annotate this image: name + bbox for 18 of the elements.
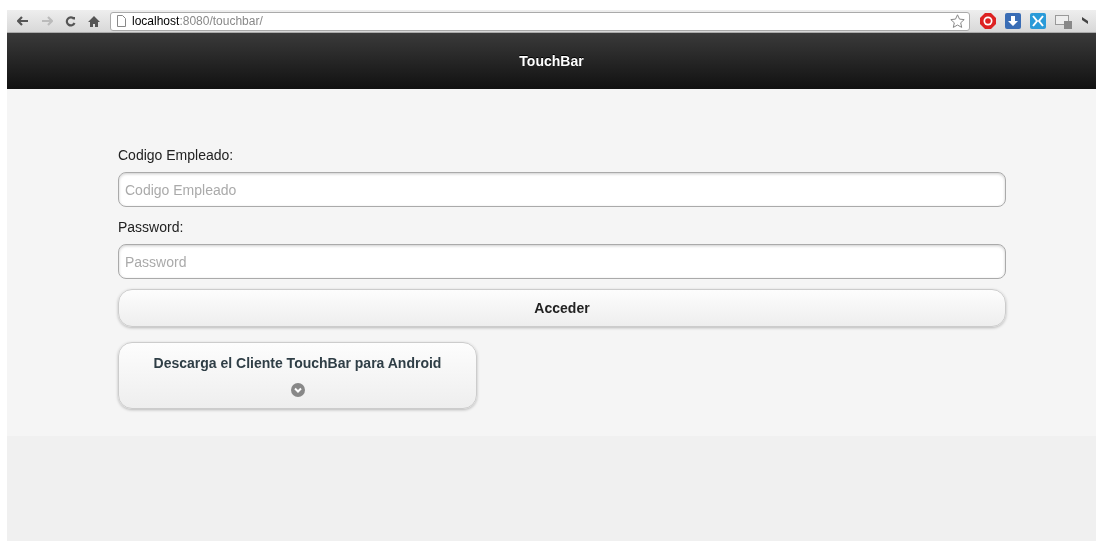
field-label: Codigo Empleado: bbox=[118, 147, 234, 163]
back-icon[interactable] bbox=[17, 16, 29, 26]
field-label: Password: bbox=[118, 219, 184, 235]
url-text: localhost:8080/touchbar/ bbox=[132, 14, 263, 28]
collapsible-title: Descarga el Cliente TouchBar para Android bbox=[153, 354, 442, 371]
address-bar[interactable]: localhost:8080/touchbar/ bbox=[110, 11, 970, 31]
page-icon bbox=[117, 15, 126, 27]
input-field[interactable]: Codigo Empleado bbox=[118, 172, 1006, 207]
window-icon[interactable] bbox=[1055, 13, 1073, 29]
extension-icon[interactable] bbox=[1030, 13, 1046, 29]
submit-button[interactable]: Acceder bbox=[118, 289, 1006, 327]
star-icon[interactable] bbox=[950, 14, 965, 28]
collapsible-header[interactable]: Descarga el Cliente TouchBar para Android bbox=[118, 342, 477, 409]
home-icon[interactable] bbox=[88, 15, 100, 27]
reload-icon[interactable] bbox=[65, 15, 76, 27]
page-title: TouchBar bbox=[519, 53, 584, 69]
input-field[interactable]: Password bbox=[118, 244, 1006, 279]
download-icon[interactable] bbox=[1005, 13, 1021, 29]
